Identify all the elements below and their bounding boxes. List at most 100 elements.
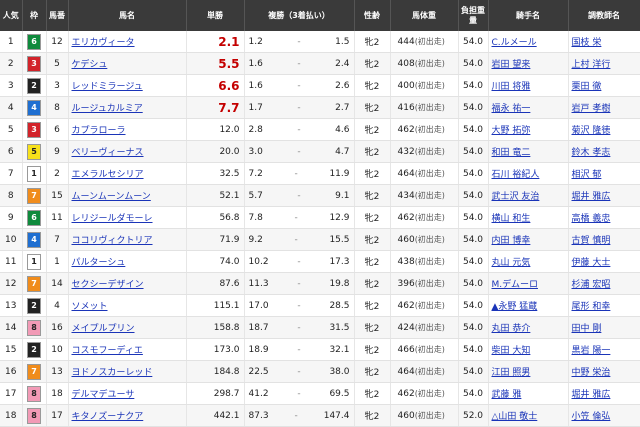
jockey-link[interactable]: △山田 敬士 — [492, 412, 538, 422]
win-odds-cell: 184.8 — [186, 360, 245, 383]
horse-name-link[interactable]: ケデシュ — [72, 60, 108, 70]
waku-cell: 1 — [22, 250, 47, 273]
place-odds-high: 4.7 — [335, 146, 350, 157]
place-odds-high: 147.4 — [323, 410, 350, 421]
table-row: 16 7 13 ヨドノスカーレッド 184.8 22.5-38.0 牝2 464(初出走) 54… — [0, 360, 640, 383]
jockey-link[interactable]: 岩田 望来 — [492, 60, 531, 70]
horse-name-link[interactable]: レリジールダモーレ — [72, 214, 153, 224]
race-odds-table: 人気 枠 馬番 馬名 単勝 複勝（3着払い） 性齢 馬体重 負担重量 騎手名 調… — [0, 0, 640, 427]
jockey-link[interactable]: 武藤 雅 — [492, 390, 522, 400]
trainer-link[interactable]: 堀井 雅広 — [572, 192, 611, 202]
place-odds-cell: 1.6 - 2.4 — [244, 52, 355, 75]
jockey-link[interactable]: 福永 祐一 — [492, 104, 531, 114]
sex-age-cell: 牝2 — [354, 404, 391, 427]
popularity-cell: 2 — [0, 52, 23, 75]
header-row: 人気 枠 馬番 馬名 単勝 複勝（3着払い） 性齢 馬体重 負担重量 騎手名 調… — [0, 0, 640, 31]
horse-name-link[interactable]: カプラローラ — [72, 126, 126, 136]
jockey-link[interactable]: 大野 拓弥 — [492, 126, 531, 136]
place-odds-cell: 87.3 - 147.4 — [244, 404, 355, 427]
table-row: 2 3 5 ケデシュ 5.5 1.6-2.4 牝2 408(初出走) 54.0 岩田 望来 上村 洋… — [0, 52, 640, 75]
trainer-link[interactable]: 国枝 栄 — [572, 38, 602, 48]
jockey-cell: 石川 裕紀人 — [488, 162, 569, 185]
jockey-link[interactable]: M.デムーロ — [492, 280, 538, 290]
place-odds-high: 9.1 — [335, 190, 350, 201]
trainer-link[interactable]: 堀井 雅広 — [572, 390, 611, 400]
horse-name-link[interactable]: ソメット — [72, 302, 108, 312]
trainer-link[interactable]: 杉浦 宏昭 — [572, 280, 611, 290]
range-dash: - — [297, 278, 301, 289]
jockey-cell: 武士沢 友治 — [488, 184, 569, 207]
sex-age-cell: 牝2 — [354, 96, 391, 119]
jockey-link[interactable]: 石川 裕紀人 — [492, 170, 540, 180]
horse-name-link[interactable]: エリカヴィータ — [72, 38, 135, 48]
jockey-cell: 丸山 元気 — [488, 250, 569, 273]
jockey-link[interactable]: 横山 和生 — [492, 214, 531, 224]
trainer-cell: 小笠 倫弘 — [568, 404, 640, 427]
trainer-cell: 杉浦 宏昭 — [568, 272, 640, 295]
trainer-link[interactable]: 高橋 義忠 — [572, 214, 611, 224]
horse-name-link[interactable]: ココリヴィクトリア — [72, 236, 153, 246]
body-weight-note: (初出走) — [414, 81, 445, 90]
body-weight-note: (初出走) — [414, 59, 445, 68]
load-weight-cell: 54.0 — [458, 118, 489, 141]
horse-name-link[interactable]: セクシーデザイン — [72, 280, 144, 290]
trainer-link[interactable]: 黒岩 陽一 — [572, 346, 611, 356]
jockey-link[interactable]: 内田 博幸 — [492, 236, 531, 246]
horse-name-link[interactable]: レッドミラージュ — [72, 82, 143, 92]
table-row: 14 8 16 メイプルプリン 158.8 18.7-31.5 牝2 424(初出走) 54.0… — [0, 316, 640, 339]
place-odds-low: 18.9 — [248, 344, 269, 355]
trainer-link[interactable]: 栗田 徹 — [572, 82, 602, 92]
trainer-link[interactable]: 相沢 郁 — [572, 170, 602, 180]
horse-name-link[interactable]: デルマデユーサ — [72, 390, 135, 400]
trainer-link[interactable]: 伊藤 大士 — [572, 258, 611, 268]
place-odds-low: 1.7 — [248, 102, 263, 113]
jockey-link[interactable]: 武士沢 友治 — [492, 192, 540, 202]
sex-age-cell: 牝2 — [354, 184, 391, 207]
trainer-link[interactable]: 小笠 倫弘 — [572, 412, 611, 422]
horse-name-link[interactable]: エメラルセシリア — [72, 170, 144, 180]
header-umaban: 馬番 — [46, 0, 69, 31]
popularity-cell: 7 — [0, 162, 23, 185]
horse-name-link[interactable]: ヨドノスカーレッド — [72, 368, 153, 378]
umaban-cell: 1 — [46, 250, 69, 273]
jockey-link[interactable]: 和田 竜二 — [492, 148, 531, 158]
jockey-link[interactable]: 川田 将雅 — [492, 82, 531, 92]
trainer-link[interactable]: 尾形 和幸 — [572, 302, 611, 312]
place-odds-high: 11.9 — [329, 168, 350, 179]
place-odds-cell: 11.3 - 19.8 — [244, 272, 355, 295]
jockey-link[interactable]: 江田 照男 — [492, 368, 531, 378]
horse-name-cell: セクシーデザイン — [68, 272, 187, 295]
trainer-link[interactable]: 田中 剛 — [572, 324, 602, 334]
trainer-link[interactable]: 鈴木 孝志 — [572, 148, 611, 158]
trainer-link[interactable]: 中野 栄治 — [572, 368, 611, 378]
waku-badge: 8 — [27, 319, 41, 336]
jockey-link[interactable]: C.ルメール — [492, 38, 537, 48]
horse-name-link[interactable]: メイプルプリン — [72, 324, 135, 334]
table-body: 1 6 12 エリカヴィータ 2.1 1.2-1.5 牝2 444(初出走) 54.0 C.ルメー… — [0, 31, 640, 427]
horse-name-link[interactable]: ベリーヴィーナス — [72, 148, 144, 158]
jockey-link[interactable]: 丸山 元気 — [492, 258, 531, 268]
sex-age-cell: 牝2 — [354, 382, 391, 405]
table-row: 6 5 9 ベリーヴィーナス 20.0 3.0-4.7 牝2 432(初出走) 54.0 和田 竜… — [0, 140, 640, 163]
jockey-link[interactable]: 柴田 大知 — [492, 346, 531, 356]
body-weight-cell: 464(初出走) — [390, 360, 459, 383]
horse-name-link[interactable]: ムーンムーンムーン — [72, 192, 151, 202]
trainer-link[interactable]: 菊沢 隆徳 — [572, 126, 611, 136]
horse-name-link[interactable]: パルターシュ — [72, 258, 126, 268]
win-odds-value: 6.6 — [218, 78, 240, 93]
popularity-cell: 16 — [0, 360, 23, 383]
waku-badge: 5 — [27, 143, 41, 160]
umaban-cell: 5 — [46, 52, 69, 75]
trainer-link[interactable]: 上村 洋行 — [572, 60, 611, 70]
horse-name-link[interactable]: キタノズーナクア — [72, 412, 144, 422]
jockey-link[interactable]: 丸田 恭介 — [492, 324, 531, 334]
jockey-link[interactable]: ▲永野 猛蔵 — [492, 302, 538, 312]
popularity-cell: 3 — [0, 74, 23, 97]
horse-name-link[interactable]: ルージュカルミア — [72, 104, 143, 114]
trainer-link[interactable]: 岩戸 孝樹 — [572, 104, 611, 114]
horse-name-link[interactable]: コスモフーディエ — [72, 346, 143, 356]
horse-name-cell: パルターシュ — [68, 250, 187, 273]
trainer-link[interactable]: 古賀 慎明 — [572, 236, 611, 246]
body-weight-value: 464 — [397, 169, 415, 179]
range-dash: - — [297, 80, 301, 91]
